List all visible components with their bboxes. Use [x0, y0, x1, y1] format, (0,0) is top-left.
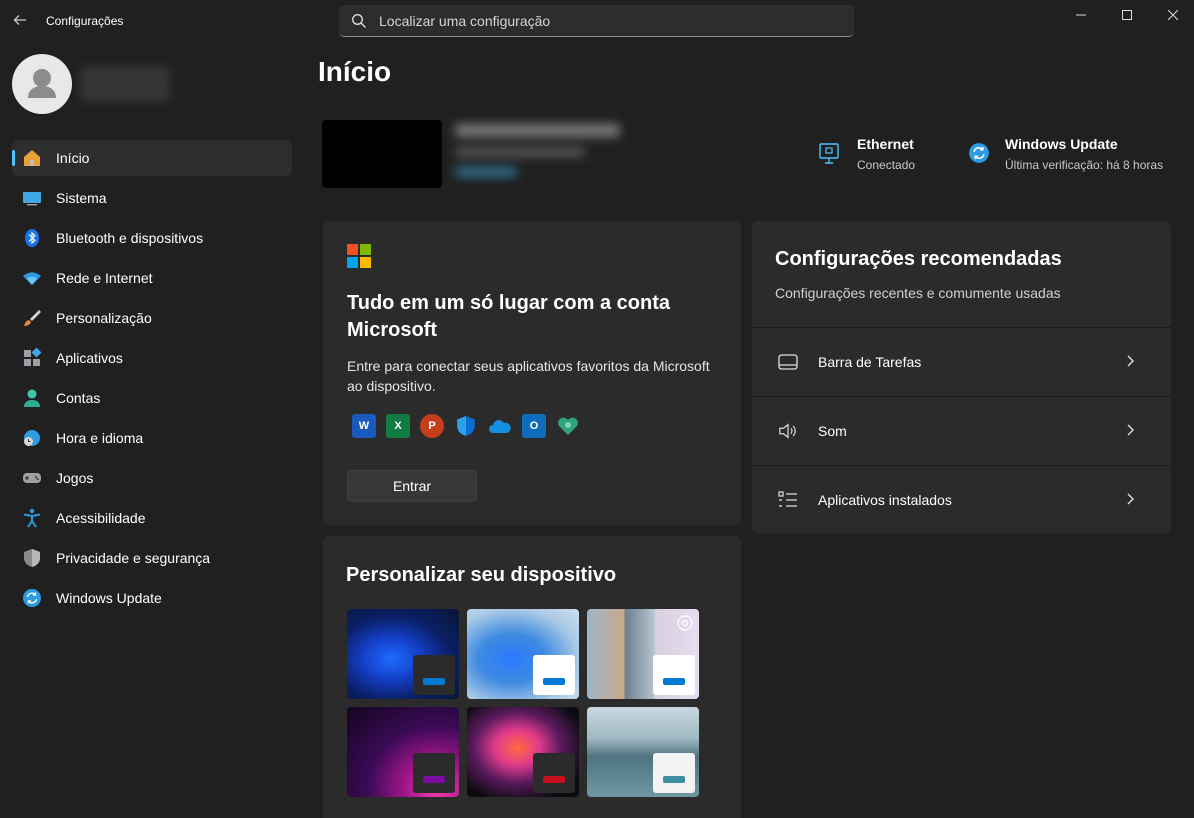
page-title: Início: [318, 56, 392, 87]
gamepad-icon: [22, 468, 42, 488]
sidebar-item-label: Contas: [56, 390, 101, 406]
device-thumbnail: [322, 120, 442, 188]
person-icon: [22, 388, 42, 408]
recommended-item-installed-apps[interactable]: Aplicativos instalados: [752, 465, 1171, 533]
taskbar-icon: [778, 352, 798, 372]
microsoft-logo-icon: [347, 244, 371, 268]
recommended-title: Configurações recomendadas: [775, 248, 1062, 270]
sidebar-item-label: Bluetooth e dispositivos: [56, 230, 204, 246]
minimize-button[interactable]: [1058, 0, 1104, 30]
avatar[interactable]: [12, 54, 72, 114]
sidebar-item-label: Aplicativos: [56, 350, 123, 366]
chevron-right-icon: [1125, 354, 1145, 370]
back-button[interactable]: [8, 8, 32, 32]
recommended-item-sound[interactable]: Som: [752, 396, 1171, 464]
sidebar-item-label: Hora e idioma: [56, 430, 144, 446]
maximize-button[interactable]: [1104, 0, 1150, 30]
search-icon: [352, 13, 366, 28]
sidebar-item-label: Rede e Internet: [56, 270, 153, 286]
recommended-item-label: Barra de Tarefas: [818, 353, 922, 370]
minimize-icon: [1076, 14, 1086, 16]
search-box[interactable]: [339, 5, 854, 37]
apps-icon: [22, 348, 42, 368]
sidebar-item-privacidade[interactable]: Privacidade e segurança: [12, 540, 292, 576]
microsoft-card-description: Entre para conectar seus aplicativos fav…: [347, 358, 710, 394]
theme-thumbnail-glow[interactable]: [347, 707, 459, 797]
sidebar-item-rede[interactable]: Rede e Internet: [12, 260, 292, 296]
sidebar-item-acessibilidade[interactable]: Acessibilidade: [12, 500, 292, 536]
home-icon: [22, 148, 42, 168]
sidebar-item-bluetooth[interactable]: Bluetooth e dispositivos: [12, 220, 292, 256]
ethernet-title: Ethernet: [857, 136, 914, 152]
windows-update-status[interactable]: Windows Update Última verificação: há 8 …: [968, 136, 1163, 172]
chevron-right-icon: [1125, 492, 1145, 508]
sidebar-nav: Início Sistema Bluetooth e dispositivos …: [12, 140, 292, 620]
accessibility-icon: [22, 508, 42, 528]
sidebar-item-sistema[interactable]: Sistema: [12, 180, 292, 216]
sidebar-item-label: Sistema: [56, 190, 107, 206]
recommended-item-label: Aplicativos instalados: [818, 491, 952, 508]
user-avatar-icon: [28, 69, 56, 98]
defender-icon: [454, 414, 478, 438]
microsoft-apps-row: W X P O: [352, 414, 590, 438]
list-icon: [778, 490, 798, 510]
theme-thumbnail-flow[interactable]: [587, 707, 699, 797]
sidebar-item-hora[interactable]: Hora e idioma: [12, 420, 292, 456]
close-button[interactable]: [1150, 0, 1194, 30]
recommended-item-label: Som: [818, 422, 847, 439]
shield-icon: [22, 548, 42, 568]
update-icon: [22, 588, 42, 608]
sidebar-item-aplicativos[interactable]: Aplicativos: [12, 340, 292, 376]
recommended-subtitle: Configurações recentes e comumente usada…: [775, 285, 1061, 301]
sidebar-item-label: Jogos: [56, 470, 94, 486]
device-info-redacted: [455, 124, 625, 188]
sidebar-item-label: Início: [56, 150, 90, 166]
clock-globe-icon: [22, 428, 42, 448]
sidebar-item-jogos[interactable]: Jogos: [12, 460, 292, 496]
recommended-item-taskbar[interactable]: Barra de Tarefas: [752, 327, 1171, 395]
theme-thumbnail-windows-light[interactable]: [467, 609, 579, 699]
sidebar-item-label: Privacidade e segurança: [56, 550, 211, 566]
brush-icon: [22, 308, 42, 328]
sidebar-item-contas[interactable]: Contas: [12, 380, 292, 416]
family-icon: [556, 414, 580, 438]
powerpoint-icon: P: [420, 414, 444, 438]
profile-info-redacted: [80, 66, 170, 102]
update-last-check: Última verificação: há 8 horas: [1005, 158, 1164, 172]
update-title: Windows Update: [1005, 136, 1118, 152]
sign-in-button[interactable]: Entrar: [347, 470, 477, 502]
camera-icon: [677, 615, 693, 631]
outlook-icon: O: [522, 414, 546, 438]
sidebar-item-personalizacao[interactable]: Personalização: [12, 300, 292, 336]
sidebar-item-label: Personalização: [56, 310, 152, 326]
personalize-title: Personalizar seu dispositivo: [346, 564, 617, 586]
theme-thumbnail-captured-motion[interactable]: [467, 707, 579, 797]
update-icon: [968, 142, 990, 164]
close-icon: [1168, 10, 1178, 20]
bluetooth-icon: [22, 228, 42, 248]
sidebar-item-label: Windows Update: [56, 590, 162, 606]
ethernet-icon: [818, 142, 840, 164]
theme-thumbnail-windows-dark[interactable]: [347, 609, 459, 699]
sidebar-item-windows-update[interactable]: Windows Update: [12, 580, 292, 616]
monitor-icon: [22, 188, 42, 208]
maximize-icon: [1122, 10, 1132, 20]
app-title: Configurações: [46, 14, 124, 28]
sidebar-item-inicio[interactable]: Início: [12, 140, 292, 176]
word-icon: W: [352, 414, 376, 438]
microsoft-card-title: Tudo em um só lugar com a conta Microsof…: [347, 292, 671, 341]
speaker-icon: [778, 421, 798, 441]
theme-thumbnail-spotlight[interactable]: [587, 609, 699, 699]
search-input[interactable]: [379, 12, 819, 29]
back-arrow-icon: [13, 15, 26, 25]
chevron-right-icon: [1125, 423, 1145, 439]
ethernet-status[interactable]: Ethernet Conectado: [818, 136, 915, 172]
ethernet-status-text: Conectado: [857, 158, 916, 172]
sidebar-item-label: Acessibilidade: [56, 510, 146, 526]
onedrive-icon: [488, 414, 512, 438]
wifi-icon: [22, 268, 42, 288]
excel-icon: X: [386, 414, 410, 438]
